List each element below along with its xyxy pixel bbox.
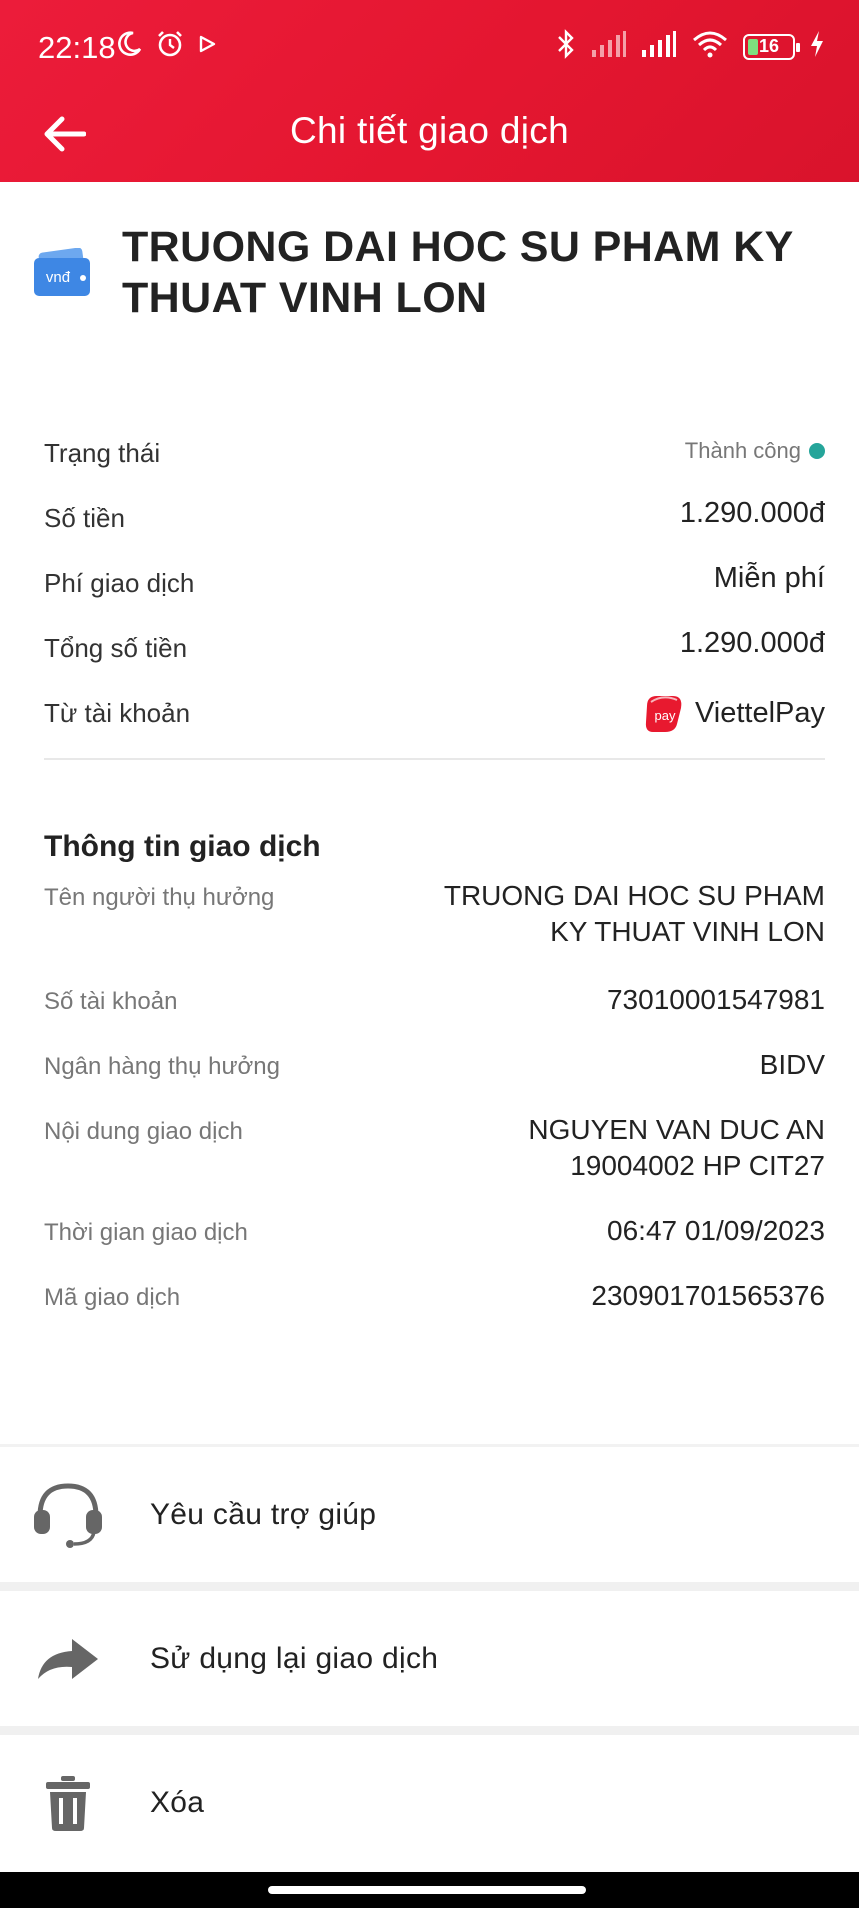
divider [0, 1582, 859, 1591]
navigation-bar: Chi tiết giao dịch [0, 96, 859, 182]
status-time: 22:18 [38, 30, 116, 65]
summary-row-total: Tổng số tiền 1.290.000đ [44, 623, 825, 688]
info-row-account: Số tài khoản 73010001547981 [44, 982, 825, 1047]
status-dot-icon [809, 443, 825, 459]
beneficiary-value: TRUONG DAI HOC SU PHAM KY THUAT VINH LON [444, 878, 825, 950]
beneficiary-line: TRUONG DAI HOC SU PHAM [443, 880, 825, 911]
summary-row-amount: Số tiền 1.290.000đ [44, 493, 825, 558]
charging-icon [809, 30, 825, 63]
merchant-header: vnđ TRUONG DAI HOC SU PHAM KY THUAT VINH… [34, 222, 834, 324]
content-line: NGUYEN VAN DUC AN [528, 1114, 825, 1145]
bank-value: BIDV [759, 1049, 825, 1080]
fee-value: Miễn phí [713, 562, 825, 594]
summary-row-status: Trạng thái Thành công [44, 428, 825, 493]
section-title: Thông tin giao dịch [44, 830, 321, 863]
signal-icon [641, 30, 677, 63]
code-value: 230901701565376 [591, 1280, 825, 1311]
reuse-transaction-button[interactable]: Sử dụng lại giao dịch [0, 1591, 859, 1726]
info-row-code: Mã giao dịch 230901701565376 [44, 1278, 825, 1343]
account-label: Số tài khoản [44, 988, 178, 1015]
share-arrow-icon [28, 1619, 108, 1699]
headset-icon [28, 1475, 108, 1555]
merchant-name-line: TRUONG DAI HOC SU PHAM KY [122, 223, 794, 271]
total-value: 1.290.000đ [679, 627, 825, 659]
content-label: Nội dung giao dịch [44, 1118, 243, 1145]
beneficiary-line: KY THUAT VINH LON [550, 916, 825, 947]
alarm-icon [154, 28, 186, 65]
beneficiary-label: Tên người thụ hưởng [44, 884, 275, 911]
merchant-name-line: THUAT VINH LON [122, 274, 488, 322]
divider [0, 1726, 859, 1735]
content-value: NGUYEN VAN DUC AN 19004002 HP CIT27 [528, 1112, 825, 1184]
delete-label: Xóa [150, 1785, 205, 1819]
play-icon [196, 33, 218, 60]
viettelpay-logo-icon: pay [645, 696, 682, 732]
help-request-button[interactable]: Yêu cầu trợ giúp [0, 1447, 859, 1582]
delete-button[interactable]: Xóa [0, 1735, 859, 1870]
home-indicator[interactable] [268, 1886, 586, 1894]
page-title: Chi tiết giao dịch [290, 110, 569, 151]
svg-text:pay: pay [654, 708, 675, 723]
battery-level: 16 [758, 36, 780, 56]
status-label: Trạng thái [44, 438, 161, 468]
summary-row-source: Từ tài khoản pay ViettelPay [44, 688, 825, 753]
time-label: Thời gian giao dịch [44, 1219, 248, 1246]
source-value: pay ViettelPay [643, 692, 825, 734]
wallet-icon-text: vnđ [46, 269, 71, 286]
wallet-icon: vnđ [34, 248, 90, 296]
divider [44, 758, 825, 760]
status-text: Thành công [684, 438, 801, 463]
battery-icon: 16 [743, 33, 800, 60]
content-line: 19004002 HP CIT27 [570, 1150, 825, 1181]
moon-icon [114, 29, 144, 64]
trash-icon [28, 1763, 108, 1843]
total-label: Tổng số tiền [44, 633, 188, 663]
info-row-bank: Ngân hàng thụ hưởng BIDV [44, 1047, 825, 1112]
header-bar: 22:18 16 Chi tiết giao dịch [0, 0, 859, 182]
time-value: 06:47 01/09/2023 [607, 1215, 825, 1246]
wifi-icon [691, 29, 729, 64]
home-bar [0, 1872, 859, 1908]
status-value: Thành công [685, 438, 825, 464]
code-label: Mã giao dịch [44, 1284, 181, 1311]
info-row-beneficiary: Tên người thụ hưởng TRUONG DAI HOC SU PH… [44, 878, 825, 982]
info-row-content: Nội dung giao dịch NGUYEN VAN DUC AN 190… [44, 1112, 825, 1213]
bluetooth-icon [555, 28, 577, 65]
transaction-info: Thông tin giao dịch Tên người thụ hưởng … [44, 830, 825, 1343]
help-request-label: Yêu cầu trợ giúp [150, 1497, 377, 1531]
source-label: Từ tài khoản [44, 698, 191, 728]
merchant-name: TRUONG DAI HOC SU PHAM KY THUAT VINH LON [122, 222, 794, 324]
source-account-name: ViettelPay [694, 696, 825, 729]
reuse-transaction-label: Sử dụng lại giao dịch [150, 1641, 439, 1675]
summary-row-fee: Phí giao dịch Miễn phí [44, 558, 825, 623]
amount-value: 1.290.000đ [679, 497, 825, 529]
status-bar: 22:18 16 [0, 0, 859, 96]
action-list: Yêu cầu trợ giúp Sử dụng lại giao dịch X… [0, 1444, 859, 1870]
amount-label: Số tiền [44, 503, 125, 533]
transaction-summary: Trạng thái Thành công Số tiền 1.290.000đ… [44, 428, 825, 753]
signal-icon [591, 30, 627, 63]
fee-label: Phí giao dịch [44, 568, 195, 598]
info-row-time: Thời gian giao dịch 06:47 01/09/2023 [44, 1213, 825, 1278]
bank-label: Ngân hàng thụ hưởng [44, 1053, 280, 1080]
account-value: 73010001547981 [606, 984, 825, 1015]
